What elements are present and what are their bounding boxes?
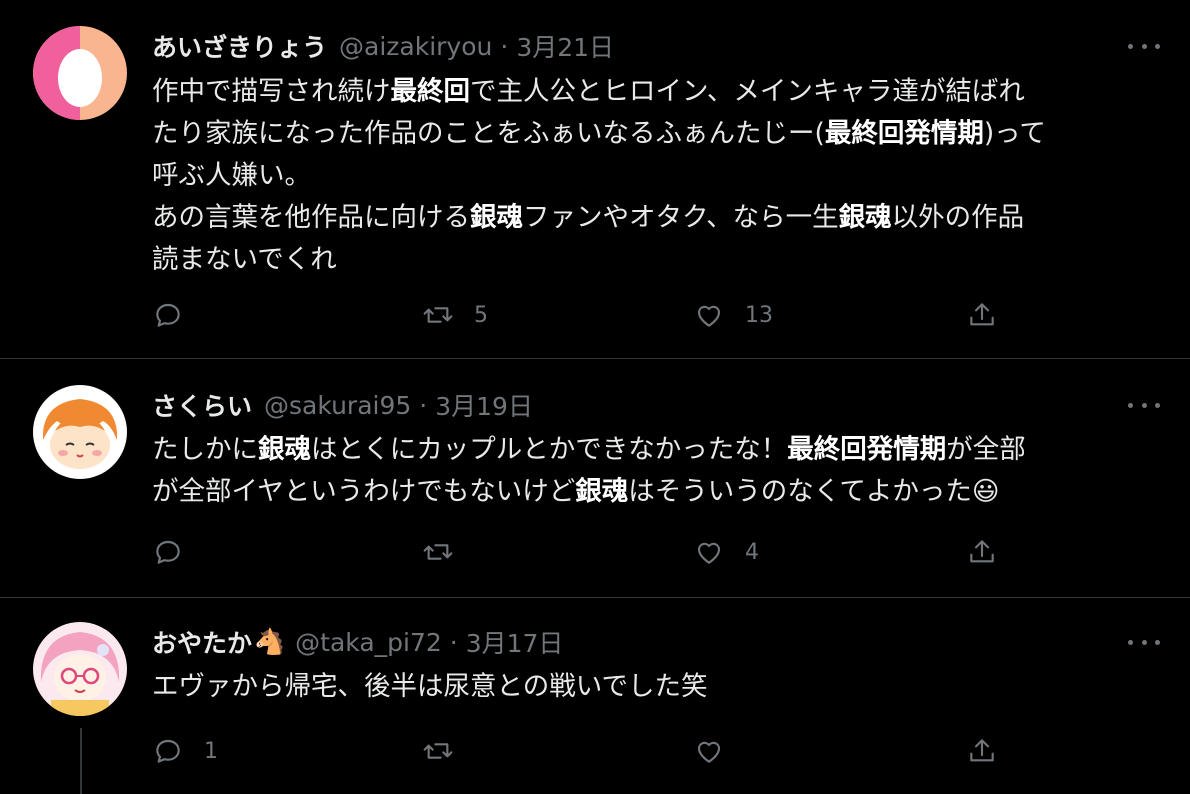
reply-icon bbox=[156, 739, 180, 763]
like-button[interactable]: 4 bbox=[693, 532, 759, 572]
highlighted-term: 最終回 bbox=[390, 76, 471, 107]
more-icon[interactable] bbox=[1128, 395, 1160, 415]
like-button[interactable]: 13 bbox=[693, 295, 773, 335]
display-name[interactable]: あいざきりょう bbox=[152, 28, 327, 64]
tweet-text: 作中で描写され続け最終回で主人公とヒロイン、メインキャラ達が結ばれ たり家族になっ… bbox=[152, 71, 1162, 281]
user-handle[interactable]: @taka_pi72 bbox=[295, 628, 442, 657]
tweet[interactable]: おやたか 🐴 @taka_pi72 · 3月17日 エヴァから帰宅、後半は尿意と… bbox=[0, 598, 1190, 794]
tweet-text: エヴァから帰宅、後半は尿意との戦いでした笑 bbox=[152, 666, 1162, 708]
heart-icon bbox=[697, 305, 721, 327]
retweet-button[interactable] bbox=[422, 532, 454, 572]
display-name[interactable]: さくらい bbox=[152, 387, 252, 423]
tweet[interactable]: さくらい @sakurai95 · 3月19日 たしかに銀魂はとくにカップルとか… bbox=[0, 359, 1190, 598]
separator-dot: · bbox=[500, 31, 509, 61]
tweet-text-line: エヴァから帰宅、後半は尿意との戦いでした笑 bbox=[152, 666, 1162, 708]
tweet-text-line: たしかに銀魂はとくにカップルとかできなかったな！最終回発情期が全部 bbox=[152, 429, 1162, 471]
tweet-date[interactable]: 3月19日 bbox=[435, 387, 533, 423]
text-segment: たり家族になった作品のことをふぁいなるふぁんたじー( bbox=[152, 118, 825, 149]
separator-dot: · bbox=[419, 390, 428, 420]
tweet-actions: 5 13 bbox=[152, 295, 1012, 335]
avatar[interactable] bbox=[33, 385, 127, 479]
share-icon bbox=[970, 303, 994, 326]
text-segment: はそういうのなくてよかった😃 bbox=[628, 476, 1000, 507]
tweet-date[interactable]: 3月17日 bbox=[466, 624, 564, 660]
text-segment: たしかに bbox=[152, 434, 258, 465]
retweet-button[interactable] bbox=[422, 731, 454, 771]
reply-button[interactable] bbox=[152, 295, 184, 335]
horse-emoji: 🐴 bbox=[254, 627, 286, 656]
text-segment: が全部イヤというわけでもないけど bbox=[152, 476, 576, 507]
reply-button[interactable] bbox=[152, 532, 184, 572]
tweet[interactable]: あいざきりょう @aizakiryou · 3月21日 作中で描写され続け最終回… bbox=[0, 0, 1190, 359]
like-count: 13 bbox=[745, 302, 773, 328]
tweet-text-line: 読まないでくれ bbox=[152, 239, 1162, 281]
avatar[interactable] bbox=[33, 26, 127, 120]
thread-line bbox=[80, 728, 82, 794]
heart-icon bbox=[697, 542, 721, 564]
tweet-text-line: が全部イヤというわけでもないけど銀魂はそういうのなくてよかった😃 bbox=[152, 471, 1162, 513]
separator-dot: · bbox=[449, 627, 458, 657]
retweet-icon bbox=[423, 307, 453, 323]
like-count: 4 bbox=[745, 539, 759, 565]
tweet-actions: 1 bbox=[152, 731, 1012, 771]
tweet-actions: 4 bbox=[152, 532, 1012, 572]
reply-count: 1 bbox=[204, 738, 218, 764]
text-segment: が全部 bbox=[946, 434, 1026, 465]
text-segment: )って bbox=[983, 118, 1046, 149]
share-icon bbox=[970, 739, 994, 762]
highlighted-term: 最終回発情期 bbox=[787, 434, 947, 465]
text-segment: ファンやオタク、なら一生 bbox=[523, 202, 839, 233]
reply-icon bbox=[156, 540, 180, 564]
share-icon bbox=[970, 540, 994, 563]
highlighted-term: 銀魂 bbox=[258, 434, 311, 465]
text-segment: あの言葉を他作品に向ける bbox=[152, 202, 470, 233]
share-button[interactable] bbox=[966, 295, 998, 335]
retweet-icon bbox=[423, 743, 453, 759]
text-segment: はとくにカップルとかできなかったな！ bbox=[311, 434, 788, 465]
more-icon[interactable] bbox=[1128, 36, 1160, 56]
highlighted-term: 銀魂 bbox=[470, 202, 523, 233]
display-name[interactable]: おやたか bbox=[152, 624, 252, 660]
like-button[interactable] bbox=[693, 731, 725, 771]
text-segment: 読まないでくれ bbox=[152, 244, 337, 275]
avatar[interactable] bbox=[33, 622, 127, 716]
tweet-text-line: 作中で描写され続け最終回で主人公とヒロイン、メインキャラ達が結ばれ bbox=[152, 71, 1162, 113]
text-segment: エヴァから帰宅、後半は尿意との戦いでした笑 bbox=[152, 671, 708, 702]
tweet-text-line: たり家族になった作品のことをふぁいなるふぁんたじー(最終回発情期)って bbox=[152, 113, 1162, 155]
more-icon[interactable] bbox=[1128, 632, 1160, 652]
highlighted-term: 銀魂 bbox=[575, 476, 629, 507]
text-segment: 作中で描写され続け bbox=[152, 76, 391, 107]
retweet-icon bbox=[423, 544, 453, 560]
user-handle[interactable]: @sakurai95 bbox=[264, 391, 411, 420]
text-segment: 以外の作品 bbox=[891, 202, 1025, 233]
share-button[interactable] bbox=[966, 731, 998, 771]
retweet-count: 5 bbox=[474, 302, 488, 328]
user-handle[interactable]: @aizakiryou bbox=[339, 32, 492, 61]
highlighted-term: 銀魂 bbox=[838, 202, 892, 233]
share-button[interactable] bbox=[966, 532, 998, 572]
text-segment: で主人公とヒロイン、メインキャラ達が結ばれ bbox=[470, 76, 1025, 107]
retweet-button[interactable]: 5 bbox=[422, 295, 488, 335]
heart-icon bbox=[697, 741, 721, 763]
highlighted-term: 最終回発情期 bbox=[824, 118, 984, 149]
reply-icon bbox=[156, 303, 180, 327]
tweet-text-line: あの言葉を他作品に向ける銀魂ファンやオタク、なら一生銀魂以外の作品 bbox=[152, 197, 1162, 239]
tweet-text: たしかに銀魂はとくにカップルとかできなかったな！最終回発情期が全部 が全部イヤとい… bbox=[152, 429, 1162, 513]
text-segment: 呼ぶ人嫌い。 bbox=[152, 160, 311, 191]
tweet-text-line: 呼ぶ人嫌い。 bbox=[152, 155, 1162, 197]
reply-button[interactable]: 1 bbox=[152, 731, 218, 771]
tweet-date[interactable]: 3月21日 bbox=[516, 28, 614, 64]
